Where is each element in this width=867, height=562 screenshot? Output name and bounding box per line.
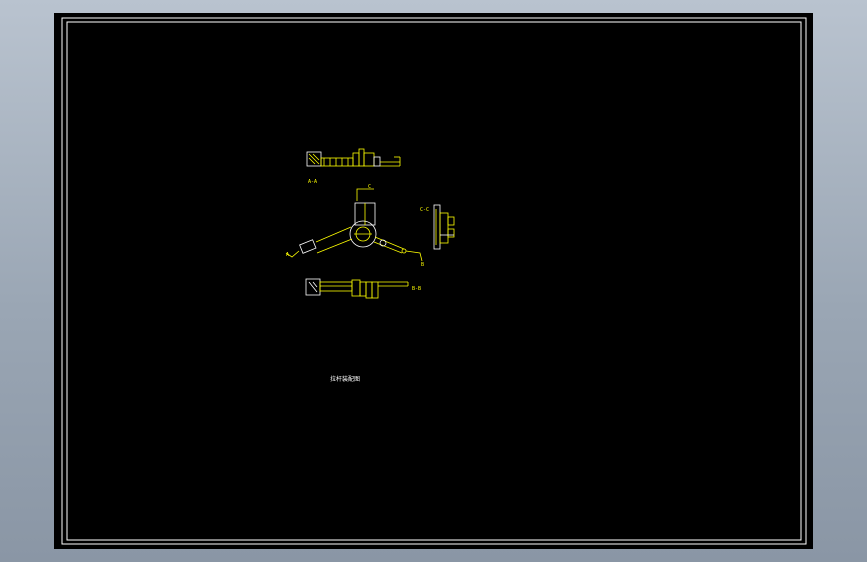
cad-viewport[interactable]: A-A C A B C-C B-B 拉杆装配图 — [54, 13, 813, 549]
inner-frame — [66, 21, 802, 541]
section-view-a-a — [306, 148, 401, 167]
label-section-c-c: C-C — [420, 207, 429, 213]
plan-view — [285, 188, 423, 262]
label-section-a-a: A-A — [308, 179, 317, 185]
label-cut-c: C — [368, 184, 371, 190]
label-cut-a: A — [286, 252, 289, 258]
label-cut-b: B — [421, 262, 424, 268]
cad-drawing: A-A C A B C-C B-B 拉杆装配图 — [61, 17, 807, 545]
label-section-b-b: B-B — [412, 286, 421, 292]
section-view-b-b — [305, 278, 409, 299]
drawing-title: 拉杆装配图 — [330, 375, 360, 383]
outer-frame — [61, 17, 807, 545]
section-view-c-c — [433, 204, 455, 250]
